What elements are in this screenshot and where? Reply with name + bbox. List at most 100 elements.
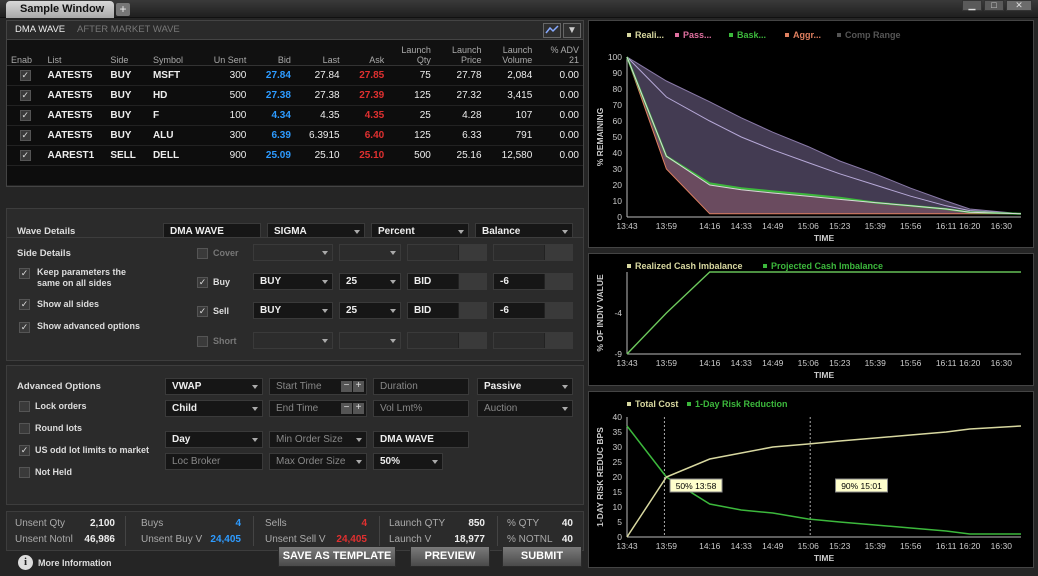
cover-offset-select[interactable] <box>493 244 573 261</box>
min-order-select[interactable]: Min Order Size <box>269 431 367 448</box>
minus-icon[interactable]: − <box>341 381 352 392</box>
stepper[interactable] <box>458 274 486 289</box>
row-enable-checkbox[interactable]: ✓ <box>19 129 31 141</box>
short-offset-select[interactable] <box>493 332 573 349</box>
max-pct-select[interactable]: 50% <box>373 453 443 470</box>
add-tab-button[interactable]: + <box>116 3 130 16</box>
buy-pct-select[interactable]: 25 <box>339 273 401 290</box>
cell-enab[interactable]: ✓ <box>7 145 44 166</box>
buy-checkbox[interactable]: ✓ <box>197 277 208 288</box>
table-row[interactable]: ✓ AATEST5 BUY HD 500 27.38 27.38 27.39 125 27.32 3… <box>7 85 583 106</box>
col-last[interactable]: Last <box>294 41 344 66</box>
sell-pct-select[interactable]: 25 <box>339 302 401 319</box>
more-information-link[interactable]: More Information <box>38 558 112 568</box>
cover-checkbox[interactable] <box>197 248 208 259</box>
row-enable-checkbox[interactable]: ✓ <box>19 149 31 161</box>
table-row[interactable]: ✓ AATEST5 BUY MSFT 300 27.84 27.84 27.85 75 27.78… <box>7 65 583 86</box>
cell-list: AATEST5 <box>43 105 107 126</box>
short-side-select[interactable] <box>253 332 333 349</box>
stepper[interactable] <box>544 274 572 289</box>
row-enable-checkbox[interactable]: ✓ <box>19 109 31 121</box>
col-launch-qty[interactable]: Launch Qty <box>388 41 435 66</box>
tab-dma-wave[interactable]: DMA WAVE <box>15 24 65 35</box>
cell-enab[interactable]: ✓ <box>7 65 44 86</box>
max-order-select[interactable]: Max Order Size <box>269 453 367 470</box>
preview-button[interactable]: PREVIEW <box>410 546 490 567</box>
cover-ref-select[interactable] <box>407 244 487 261</box>
cell-enab[interactable]: ✓ <box>7 125 44 146</box>
x-tick-label: 13:59 <box>656 358 678 368</box>
row-enable-checkbox[interactable]: ✓ <box>19 89 31 101</box>
col-enab[interactable]: Enab <box>7 41 44 66</box>
not-held-checkbox[interactable] <box>19 467 30 478</box>
col-adv[interactable]: % ADV 21 <box>536 41 583 66</box>
col-side[interactable]: Side <box>106 41 149 66</box>
style-select[interactable]: Passive <box>477 378 573 395</box>
tif-select[interactable]: Day <box>165 431 263 448</box>
row-enable-checkbox[interactable]: ✓ <box>19 69 31 81</box>
close-button[interactable]: ✕ <box>1006 0 1032 11</box>
short-pct-select[interactable] <box>339 332 401 349</box>
window-tab[interactable]: Sample Window <box>6 1 114 18</box>
table-row[interactable]: ✓ AATEST5 BUY ALU 300 6.39 6.3915 6.40 125 6.33 79… <box>7 125 583 146</box>
filter-icon[interactable]: ▼ <box>563 23 581 38</box>
stepper[interactable] <box>544 333 572 348</box>
stepper[interactable] <box>544 303 572 318</box>
sell-side-select[interactable]: BUY <box>253 302 333 319</box>
buy-ref-select[interactable]: BID <box>407 273 487 290</box>
col-list[interactable]: List <box>43 41 107 66</box>
stepper[interactable] <box>458 333 486 348</box>
auction-select[interactable]: Auction <box>477 400 573 417</box>
plus-icon[interactable]: + <box>353 403 364 414</box>
chevron-down-icon <box>322 339 328 343</box>
cover-side-select[interactable] <box>253 244 333 261</box>
table-row[interactable]: ✓ AAREST1 SELL DELL 900 25.09 25.10 25.10 500 25.… <box>7 145 583 166</box>
col-launch-price[interactable]: Launch Price <box>434 41 486 66</box>
child-select[interactable]: Child <box>165 400 263 417</box>
sell-checkbox[interactable]: ✓ <box>197 306 208 317</box>
short-ref-select[interactable] <box>407 332 487 349</box>
loc-broker-field[interactable]: Loc Broker <box>165 453 263 470</box>
short-checkbox[interactable] <box>197 336 208 347</box>
algo-select[interactable]: VWAP <box>165 378 263 395</box>
round-lots-checkbox[interactable] <box>19 423 30 434</box>
plus-icon[interactable]: + <box>353 381 364 392</box>
col-unsent[interactable]: Un Sent <box>197 41 251 66</box>
x-tick-label: 15:39 <box>865 221 887 231</box>
chart-icon[interactable] <box>543 23 561 38</box>
cell-enab[interactable]: ✓ <box>7 85 44 106</box>
stepper[interactable] <box>458 303 486 318</box>
col-bid[interactable]: Bid <box>250 41 295 66</box>
cover-pct-select[interactable] <box>339 244 401 261</box>
vol-limit-field[interactable]: Vol Lmt% <box>373 400 469 417</box>
stepper[interactable] <box>544 245 572 260</box>
show-all-sides-checkbox[interactable]: ✓ <box>19 299 30 310</box>
end-time-field[interactable]: End Time − + <box>269 400 367 417</box>
keep-params-checkbox[interactable]: ✓ <box>19 268 30 279</box>
buy-side-select[interactable]: BUY <box>253 273 333 290</box>
col-symbol[interactable]: Symbol <box>148 41 198 66</box>
odd-lot-checkbox[interactable]: ✓ <box>19 445 30 456</box>
save-as-template-button[interactable]: SAVE AS TEMPLATE <box>278 546 396 567</box>
info-icon[interactable]: i <box>18 555 33 570</box>
minus-icon[interactable]: − <box>341 403 352 414</box>
col-launch-volume[interactable]: Launch Volume <box>485 41 537 66</box>
show-advanced-checkbox[interactable]: ✓ <box>19 322 30 333</box>
submit-button[interactable]: SUBMIT <box>502 546 582 567</box>
table-row[interactable]: ✓ AATEST5 BUY F 100 4.34 4.35 4.35 25 4.28 107 0.00 <box>7 105 583 126</box>
minimize-button[interactable]: ▁ <box>962 0 982 11</box>
destination-field[interactable]: DMA WAVE <box>373 431 469 448</box>
buy-offset-select[interactable]: -6 <box>493 273 573 290</box>
stepper[interactable] <box>458 245 486 260</box>
maximize-button[interactable]: □ <box>984 0 1004 11</box>
x-tick-label: 15:06 <box>798 541 820 551</box>
tab-after-market-wave[interactable]: AFTER MARKET WAVE <box>77 24 180 35</box>
duration-field[interactable]: Duration <box>373 378 469 395</box>
cell-enab[interactable]: ✓ <box>7 105 44 126</box>
sell-offset-select[interactable]: -6 <box>493 302 573 319</box>
start-time-field[interactable]: Start Time − + <box>269 378 367 395</box>
cell-lprice: 27.32 <box>434 85 486 106</box>
sell-ref-select[interactable]: BID <box>407 302 487 319</box>
lock-orders-checkbox[interactable] <box>19 401 30 412</box>
col-ask[interactable]: Ask <box>343 41 389 66</box>
